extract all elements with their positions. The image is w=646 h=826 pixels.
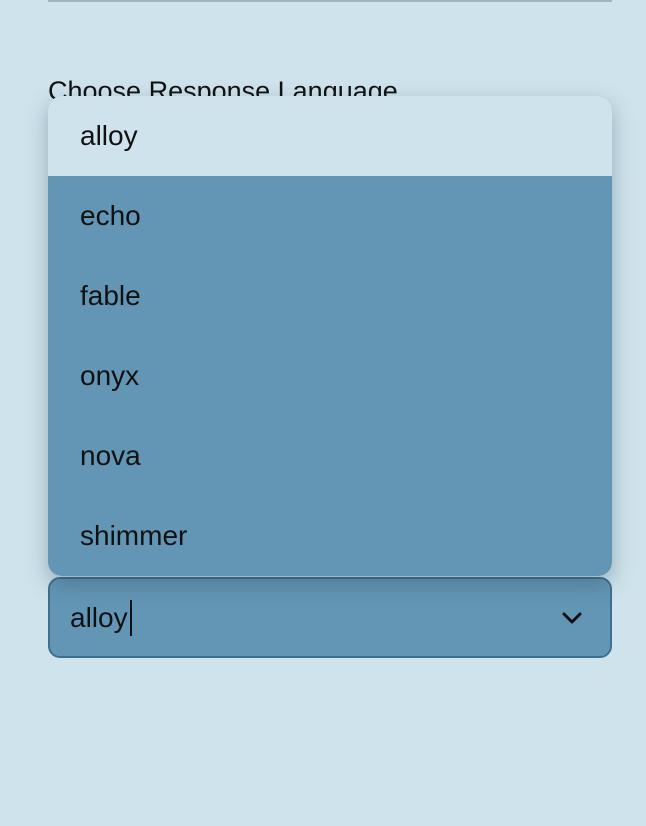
chevron-down-icon-svg — [562, 612, 582, 623]
chevron-down-icon[interactable] — [560, 606, 584, 630]
dropdown-option-onyx[interactable]: onyx — [48, 336, 612, 416]
select-value: alloy — [70, 601, 128, 633]
dropdown-option-fable[interactable]: fable — [48, 256, 612, 336]
dropdown-option-echo[interactable]: echo — [48, 176, 612, 256]
voice-select[interactable]: alloy — [48, 577, 612, 658]
top-divider — [48, 0, 612, 2]
dropdown-option-alloy[interactable]: alloy — [48, 96, 612, 176]
text-cursor — [129, 599, 132, 636]
select-value-wrapper: alloy — [70, 599, 132, 636]
dropdown-option-shimmer[interactable]: shimmer — [48, 496, 612, 576]
dropdown-option-nova[interactable]: nova — [48, 416, 612, 496]
voice-dropdown-menu: alloy echo fable onyx nova shimmer — [48, 96, 612, 576]
